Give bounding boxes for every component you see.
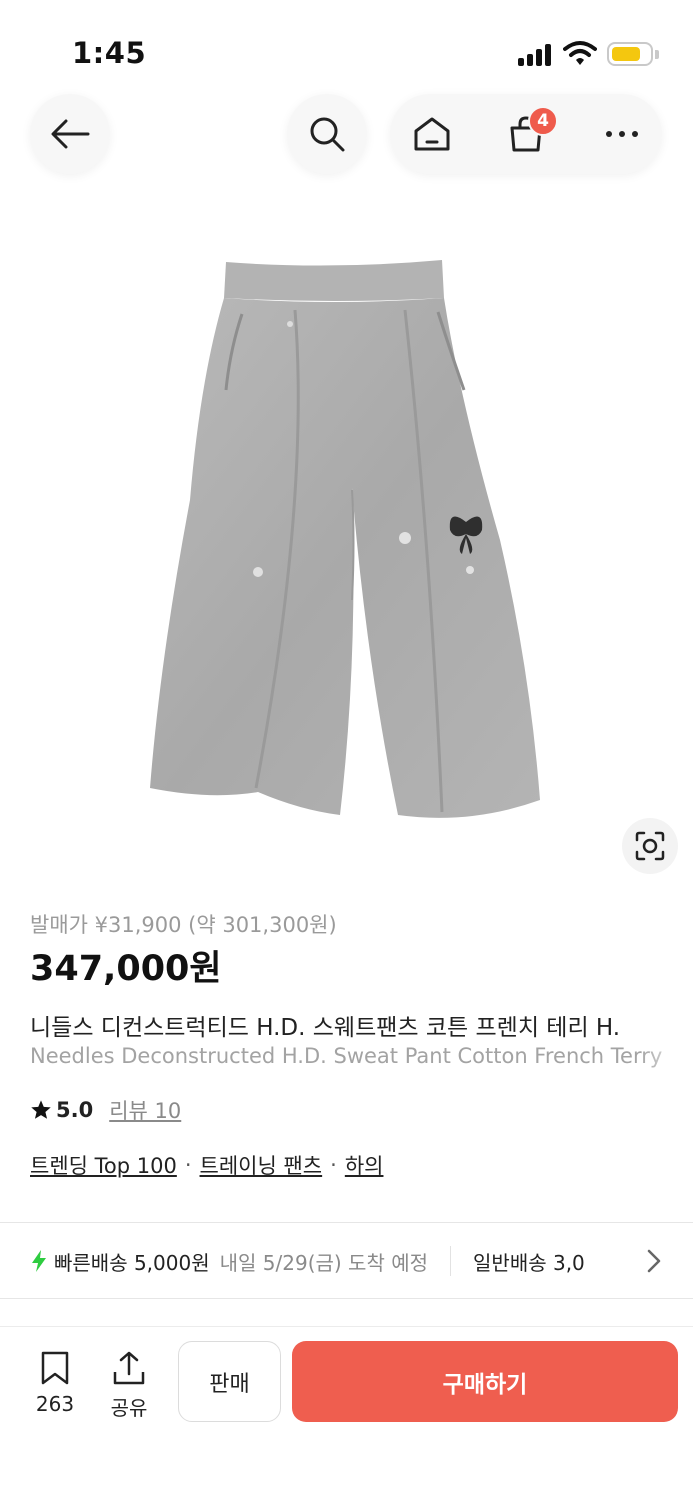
tag-trending[interactable]: 트렌딩 Top 100 (30, 1150, 177, 1180)
star-icon (31, 1100, 51, 1119)
header-action-group (390, 94, 662, 174)
camera-scan-icon (635, 831, 665, 861)
battery-icon (607, 42, 653, 66)
wifi-icon (563, 40, 597, 66)
tag-training-pants[interactable]: 트레이닝 팬츠 (200, 1150, 323, 1180)
product-image[interactable] (130, 240, 570, 840)
fast-shipping-label: 빠른배송 5,000원 (54, 1250, 210, 1275)
cellular-signal-icon (518, 44, 554, 66)
home-button[interactable] (392, 94, 472, 174)
back-arrow-icon (51, 119, 90, 149)
cart-button[interactable] (486, 94, 566, 174)
rating-row: 5.0 리뷰 10 (30, 1095, 181, 1125)
chevron-right-icon[interactable] (646, 1248, 662, 1274)
bookmark-count: 263 (35, 1392, 75, 1416)
tag-bottoms[interactable]: 하의 (345, 1150, 384, 1180)
product-price: 347,000원 (30, 949, 222, 989)
bookmark-icon (41, 1351, 69, 1385)
back-button[interactable] (30, 94, 110, 174)
product-title-korean: 니들스 디컨스트럭티드 H.D. 스웨트팬츠 코튼 프렌치 테리 H. (30, 1015, 621, 1041)
share-icon (113, 1351, 145, 1385)
divider (0, 1222, 693, 1223)
cart-count-badge: 4 (528, 106, 558, 136)
normal-shipping-label: 일반배송 3,0 (473, 1250, 585, 1275)
share-button[interactable]: 공유 (99, 1350, 159, 1421)
share-label: 공유 (110, 1396, 148, 1420)
status-time: 1:45 (72, 36, 147, 70)
search-button[interactable] (287, 94, 367, 174)
tag-separator: · (330, 1153, 337, 1177)
bookmark-button[interactable]: 263 (25, 1350, 85, 1416)
review-link[interactable]: 리뷰 10 (109, 1095, 181, 1125)
release-price: 발매가 ¥31,900 (약 301,300원) (30, 913, 337, 937)
category-tags: 트렌딩 Top 100 · 트레이닝 팬츠 · 하의 (30, 1150, 383, 1180)
lightning-icon (32, 1250, 46, 1272)
product-title-english: Needles Deconstructed H.D. Sweat Pant Co… (30, 1044, 663, 1068)
divider (0, 1298, 693, 1299)
more-icon (606, 131, 638, 137)
more-button[interactable] (582, 94, 662, 174)
tag-separator: · (184, 1153, 192, 1177)
sell-button[interactable]: 판매 (178, 1341, 281, 1422)
fast-shipping-date: 내일 5/29(금) 도착 예정 (219, 1250, 429, 1275)
image-search-button[interactable] (622, 818, 678, 874)
rating-value: 5.0 (56, 1098, 94, 1122)
search-icon (310, 117, 345, 152)
shipping-options[interactable]: 빠른배송 5,000원 내일 5/29(금) 도착 예정 일반배송 3,0 (30, 1244, 693, 1278)
status-bar: 1:45 (0, 0, 693, 100)
buy-button[interactable]: 구매하기 (292, 1341, 678, 1422)
shipping-divider (450, 1246, 452, 1276)
home-icon (414, 117, 450, 151)
